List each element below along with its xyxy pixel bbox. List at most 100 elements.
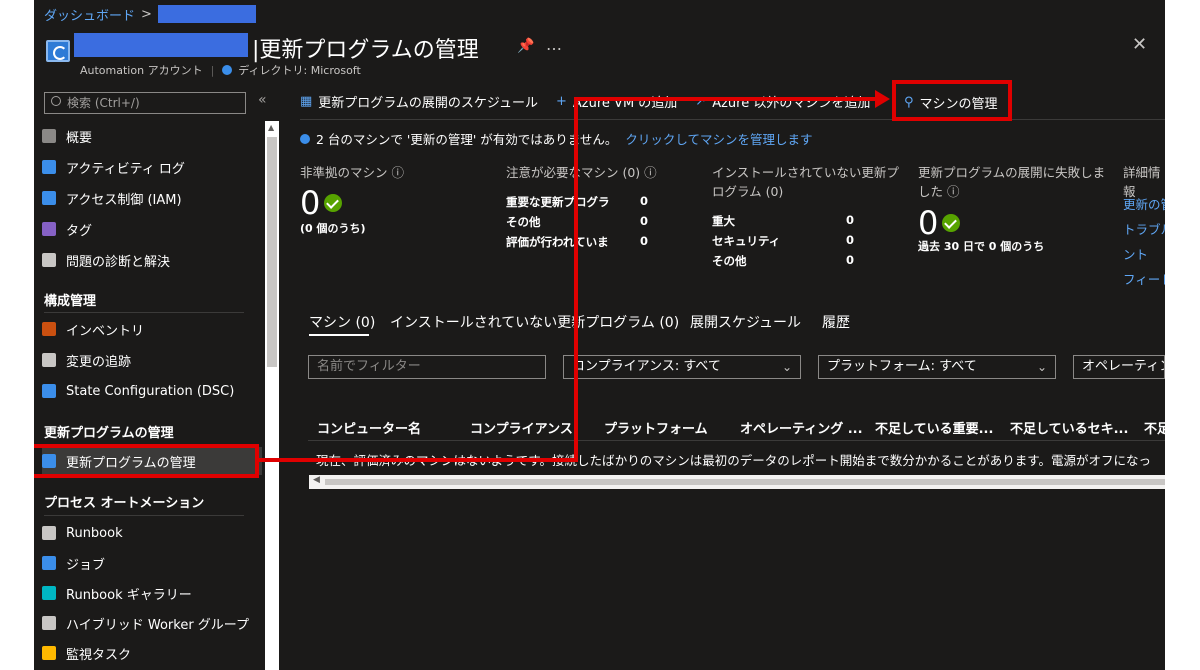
- sidebar-item[interactable]: ハイブリッド Worker グループ: [42, 609, 262, 637]
- sidebar-item[interactable]: タグ: [42, 215, 262, 243]
- breadcrumb: ダッシュボード >: [44, 5, 256, 24]
- portal-screen: ダッシュボード > |更新プログラムの管理 📌 … ✕ Automation ア…: [34, 0, 1165, 670]
- breadcrumb-dashboard-link[interactable]: ダッシュボード: [44, 5, 135, 24]
- sidebar-item-label: 問題の診断と解決: [66, 254, 171, 270]
- changes-icon: [42, 353, 56, 367]
- table-column-header[interactable]: コンプライアンス: [470, 418, 573, 437]
- pin-icon[interactable]: 📌: [517, 38, 534, 54]
- sidebar-item-label: アクセス制御 (IAM): [66, 192, 182, 208]
- check-icon: [942, 214, 961, 232]
- sidebar-item[interactable]: 概要: [42, 122, 262, 150]
- tab[interactable]: 展開スケジュール: [690, 312, 801, 332]
- sidebar-item[interactable]: インベントリ: [42, 315, 262, 343]
- sidebar-scrollbar[interactable]: ▲: [265, 121, 279, 670]
- platform-filter-dropdown[interactable]: プラットフォーム: すべて ⌄: [818, 355, 1056, 379]
- calendar-icon: ▦: [300, 94, 313, 109]
- search-icon: [51, 96, 61, 106]
- page-title: |更新プログラムの管理: [252, 38, 479, 63]
- directory-label: ディレクトリ: Microsoft: [238, 64, 361, 77]
- sidebar-item-label: タグ: [66, 223, 93, 239]
- compliance-filter-dropdown[interactable]: コンプライアンス: すべて ⌄: [563, 355, 801, 379]
- sidebar-search-input[interactable]: 検索 (Ctrl+/): [44, 92, 246, 114]
- details-link[interactable]: 更新の管: [1123, 194, 1165, 213]
- stat-label: その他: [506, 215, 541, 229]
- add-non-azure-button[interactable]: ↗ Azure 以外のマシンを追加: [695, 92, 870, 111]
- stat-label: 重大: [712, 214, 735, 228]
- details-link[interactable]: フィード: [1123, 269, 1165, 288]
- stat-label: 評価が行われていま: [506, 235, 609, 249]
- check-icon: [324, 194, 343, 212]
- watch-icon: [42, 646, 56, 660]
- resource-type: Automation アカウント: [80, 64, 203, 77]
- sidebar-item[interactable]: ジョブ: [42, 549, 262, 577]
- sidebar-item-label: 監視タスク: [66, 647, 132, 663]
- gallery-icon: [42, 586, 56, 600]
- table-column-header[interactable]: 不足: [1144, 418, 1165, 437]
- account-name-redacted: [74, 33, 248, 57]
- table-header-divider: [308, 440, 1165, 441]
- section-process: プロセス オートメーション: [44, 496, 205, 511]
- scrollbar-thumb[interactable]: [325, 479, 1165, 485]
- dsc-icon: [42, 384, 56, 398]
- tab[interactable]: インストールされていない更新プログラム (0): [390, 312, 679, 332]
- sidebar-item[interactable]: 問題の診断と解決: [42, 246, 262, 274]
- collapse-sidebar-icon[interactable]: «: [258, 92, 267, 108]
- sidebar-item[interactable]: 監視タスク: [42, 639, 262, 667]
- runbook-icon: [42, 526, 56, 540]
- more-icon[interactable]: …: [546, 35, 562, 54]
- info-icon: [300, 133, 310, 144]
- noncompliant-count: 0: [300, 184, 343, 222]
- stat-value: 0: [640, 234, 649, 248]
- annotation-arrowhead: [875, 90, 890, 108]
- table-column-header[interactable]: オペレーティング ...: [740, 418, 863, 437]
- sidebar-item-label: 概要: [66, 130, 93, 146]
- sidebar-item-label: Runbook: [66, 525, 123, 541]
- section-update: 更新プログラムの管理: [44, 426, 174, 441]
- highlight-manage-machines: [892, 80, 1012, 121]
- sidebar: 検索 (Ctrl+/) « ▲ 概要アクティビティ ログアクセス制御 (IAM)…: [34, 84, 280, 670]
- automation-account-icon: [46, 40, 70, 62]
- sidebar-item[interactable]: アクティビティ ログ: [42, 153, 262, 181]
- table-column-header[interactable]: プラットフォーム: [604, 418, 708, 437]
- manage-machines-link[interactable]: クリックしてマシンを管理します: [625, 129, 812, 148]
- schedule-deployment-button[interactable]: ▦ 更新プログラムの展開のスケジュール: [300, 92, 538, 111]
- table-column-header[interactable]: 不足している重要...: [875, 418, 993, 437]
- active-tab-indicator: [309, 334, 369, 336]
- table-horizontal-scrollbar[interactable]: ◀: [309, 475, 1165, 489]
- close-icon[interactable]: ✕: [1132, 34, 1147, 55]
- tile-missing-title: インストールされていない更新プ ログラム (0): [712, 165, 899, 199]
- sidebar-item[interactable]: Runbook: [42, 519, 262, 547]
- scrollbar-thumb[interactable]: [267, 137, 277, 367]
- filter-name-input[interactable]: 名前でフィルター: [308, 355, 546, 379]
- sidebar-item-label: ハイブリッド Worker グループ: [66, 617, 250, 633]
- sidebar-item-label: インベントリ: [66, 323, 145, 339]
- jobs-icon: [42, 556, 56, 570]
- command-bar: ▦ 更新プログラムの展開のスケジュール + Azure VM の追加 ↗ Azu…: [300, 84, 1165, 120]
- sidebar-item[interactable]: アクセス制御 (IAM): [42, 184, 262, 212]
- stat-value: 0: [846, 213, 855, 227]
- annotation-connector: [574, 97, 578, 462]
- failed-sub: 過去 30 日で 0 個のうち: [918, 240, 1045, 253]
- table-column-header[interactable]: 不足しているセキ...: [1010, 418, 1128, 437]
- notice-banner: 2 台のマシンで '更新の管理' が有効ではありません。 クリックしてマシンを管…: [300, 129, 813, 148]
- main-content: ▦ 更新プログラムの展開のスケジュール + Azure VM の追加 ↗ Azu…: [300, 84, 1165, 670]
- noncompliant-sub: (0 個のうち): [300, 222, 366, 235]
- details-link[interactable]: ント: [1123, 244, 1148, 263]
- annotation-connector: [574, 97, 877, 101]
- sidebar-item[interactable]: Runbook ギャラリー: [42, 579, 262, 607]
- os-filter-dropdown[interactable]: オペレーティン: [1073, 355, 1165, 379]
- sidebar-item[interactable]: State Configuration (DSC): [42, 377, 262, 405]
- info-icon: [222, 65, 233, 75]
- wrench-icon: [42, 253, 56, 267]
- tab[interactable]: マシン (0): [309, 312, 375, 332]
- sidebar-item[interactable]: 変更の追跡: [42, 346, 262, 374]
- stat-value: 0: [846, 233, 855, 247]
- tab[interactable]: 履歴: [822, 312, 850, 332]
- breadcrumb-separator: >: [141, 6, 152, 22]
- details-link[interactable]: トラブル: [1123, 219, 1165, 238]
- tile-attention-title: 注意が必要なマシン (0) ⓘ: [506, 165, 657, 180]
- table-column-header[interactable]: コンピューター名: [317, 418, 421, 437]
- stat-label: セキュリティ: [712, 234, 781, 248]
- stat-value: 0: [640, 214, 649, 228]
- stat-value: 0: [846, 253, 855, 267]
